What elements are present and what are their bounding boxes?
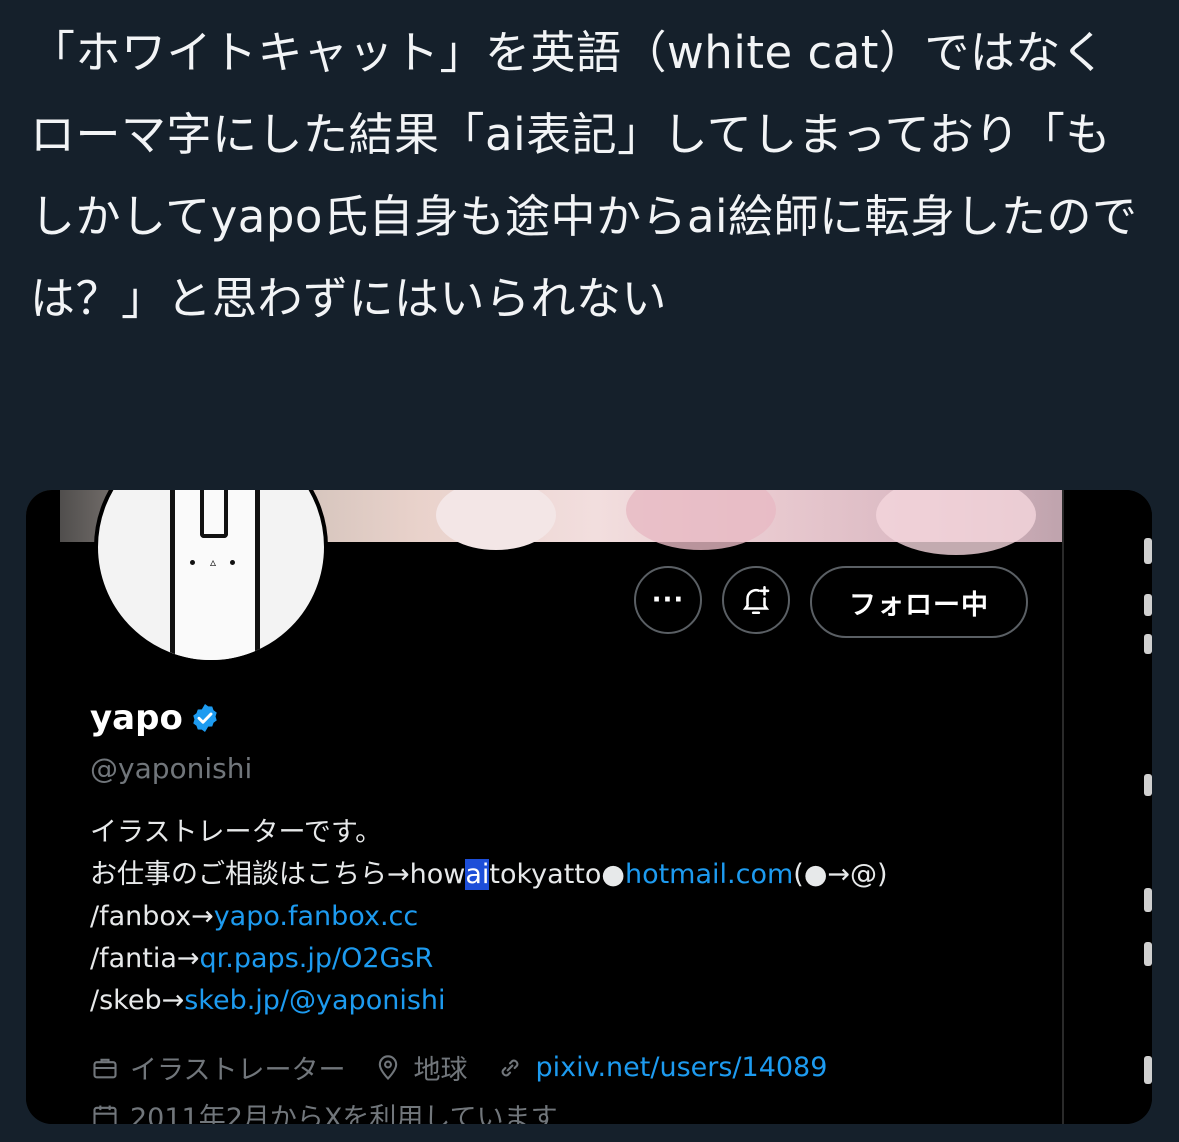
display-name: yapo — [90, 698, 183, 738]
highlighted-ai: ai — [465, 859, 490, 890]
bio-line-3: /fanbox→yapo.fanbox.cc — [90, 901, 419, 932]
skeb-link[interactable]: skeb.jp/@yaponishi — [184, 985, 445, 1016]
profile-handle: @yaponishi — [90, 752, 253, 785]
fanbox-link[interactable]: yapo.fanbox.cc — [214, 901, 419, 932]
link-icon — [495, 1053, 525, 1083]
verified-badge-icon — [193, 704, 217, 732]
location-pin-icon — [373, 1053, 403, 1083]
left-edge — [26, 490, 60, 1124]
fantia-link[interactable]: qr.paps.jp/O2GsR — [200, 943, 434, 974]
tweet-text: 「ホワイトキャット」を英語（white cat）ではなくローマ字にした結果「ai… — [30, 26, 1138, 325]
joined-date: 2011年2月からXを利用しています — [130, 1103, 558, 1124]
bio-line-4: /fantia→qr.paps.jp/O2GsR — [90, 943, 434, 974]
profile-meta: イラストレーター 地球 pixiv.net/users/14089 — [90, 1048, 827, 1087]
bio-line-1: イラストレーターです。 — [90, 817, 383, 848]
attached-screenshot[interactable]: ▵ ··· フォロー中 yapo @yaponishi イラストレーターです。 … — [26, 490, 1152, 1124]
profile-name: yapo — [90, 698, 221, 738]
notifications-button[interactable] — [722, 566, 790, 634]
bio-line-5: /skeb→skeb.jp/@yaponishi — [90, 985, 446, 1016]
email-domain-link[interactable]: hotmail.com — [625, 859, 793, 890]
location: 地球 — [413, 1055, 468, 1086]
more-horizontal-icon: ··· — [651, 585, 685, 615]
bio-line-2: お仕事のご相談はこちら→howaitokyatto●hotmail.com(●→… — [90, 859, 888, 890]
bell-plus-icon — [742, 585, 770, 615]
website-link[interactable]: pixiv.net/users/14089 — [535, 1052, 827, 1083]
more-options-button[interactable]: ··· — [634, 566, 702, 634]
briefcase-icon — [90, 1053, 120, 1083]
profile-joined: 2011年2月からXを利用しています — [90, 1096, 558, 1124]
calendar-icon — [90, 1101, 120, 1124]
avatar[interactable]: ▵ — [94, 490, 328, 664]
following-button[interactable]: フォロー中 — [810, 566, 1028, 638]
profession: イラストレーター — [130, 1055, 346, 1086]
profile-bio: イラストレーターです。 お仕事のご相談はこちら→howaitokyatto●ho… — [90, 812, 888, 1022]
right-column-fragment — [1064, 490, 1152, 1124]
